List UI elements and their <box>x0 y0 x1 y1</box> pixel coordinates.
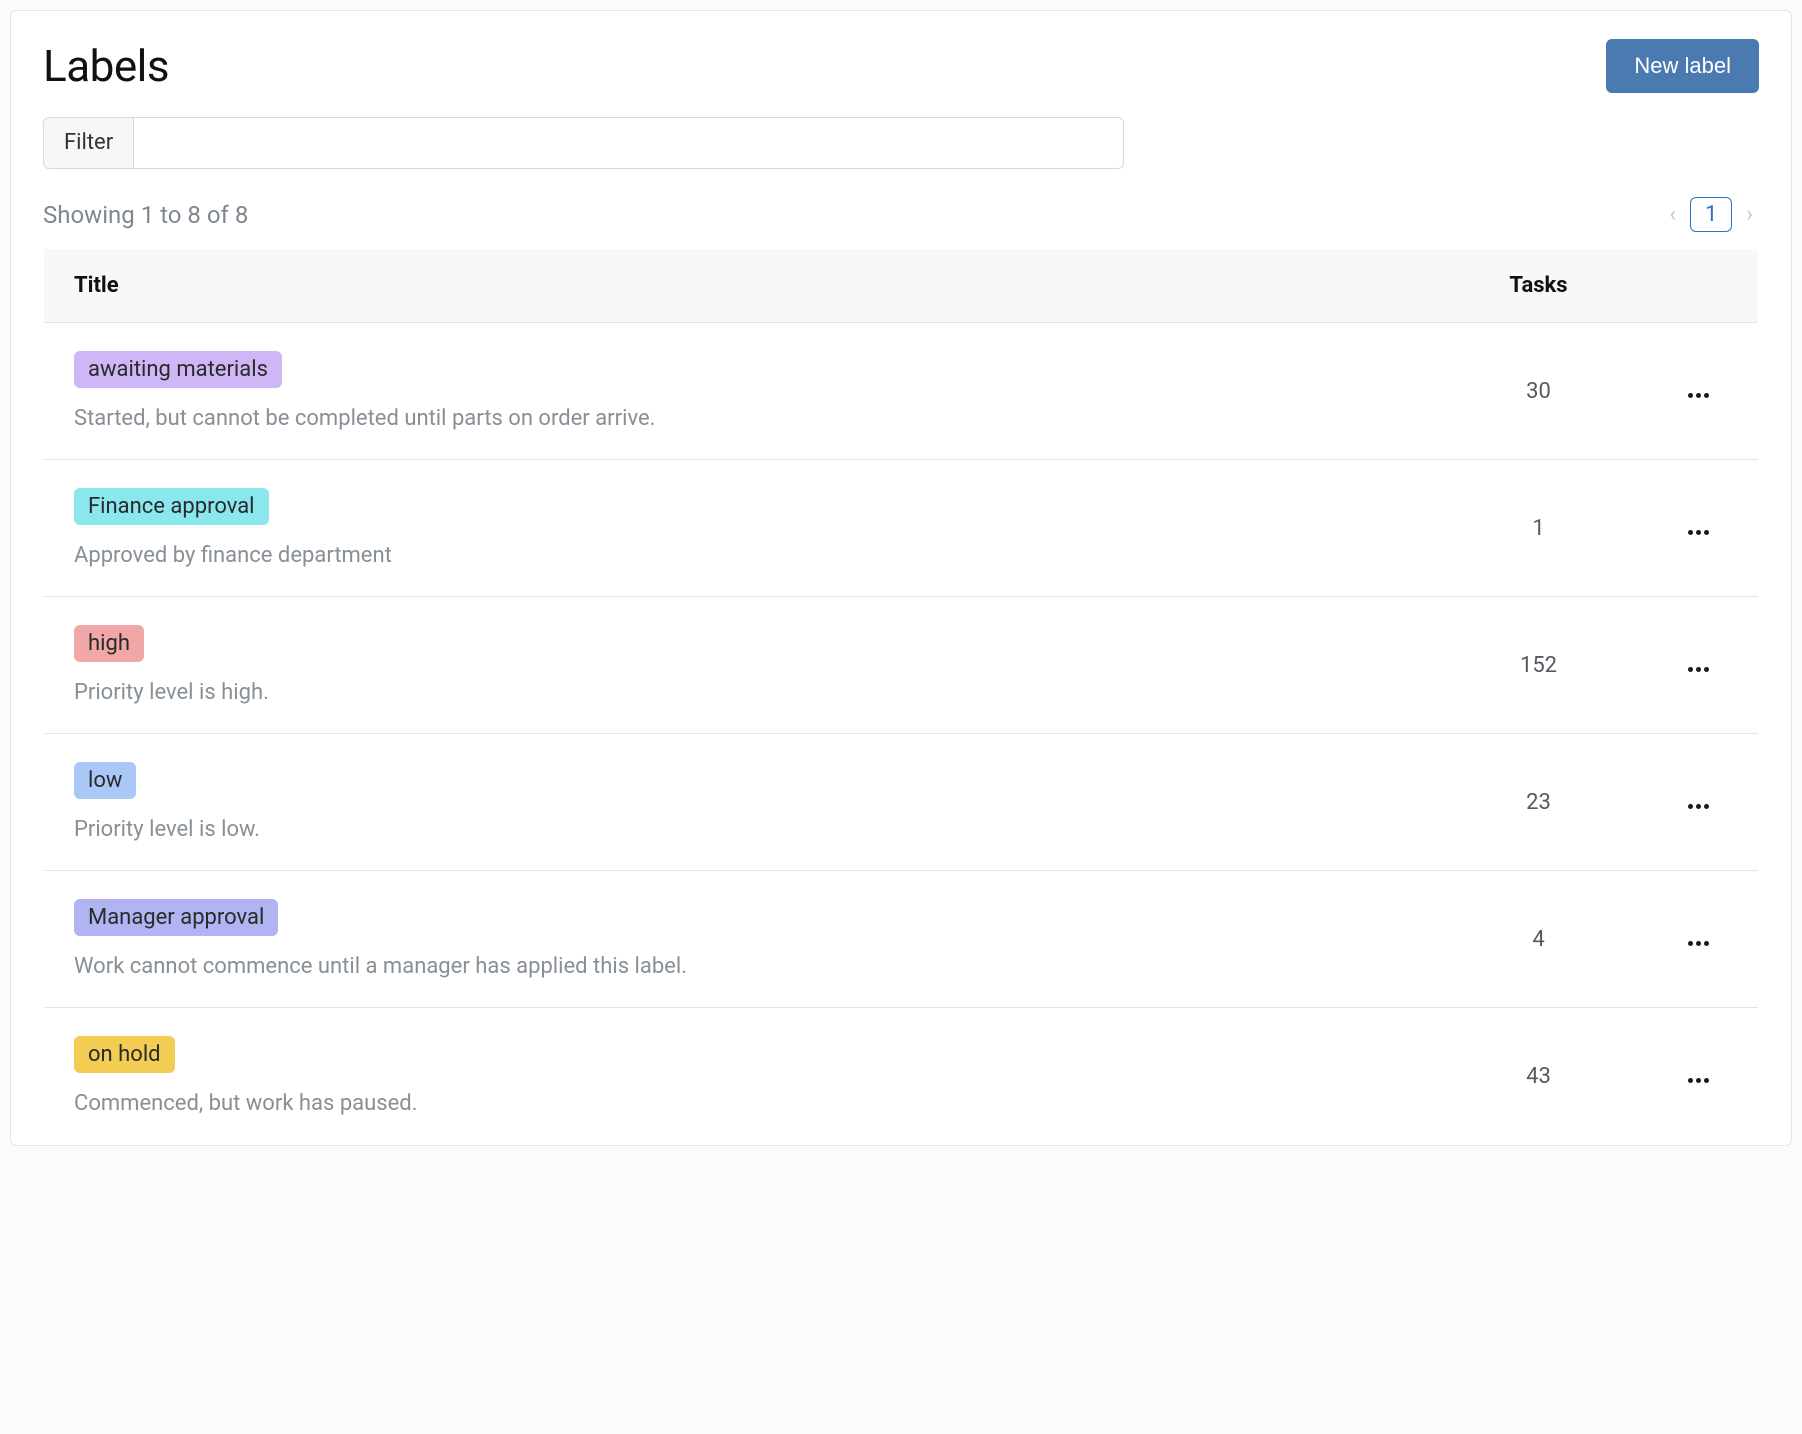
title-cell: Finance approval Approved by finance depa… <box>44 460 1439 597</box>
label-description: Priority level is high. <box>74 680 1409 705</box>
page-title: Labels <box>43 40 169 92</box>
ellipsis-icon <box>1704 1078 1709 1083</box>
actions-cell <box>1639 460 1759 597</box>
summary-text: Showing 1 to 8 of 8 <box>43 201 248 229</box>
filter-label: Filter <box>43 117 133 169</box>
title-cell: on hold Commenced, but work has paused. <box>44 1008 1439 1145</box>
ellipsis-icon <box>1688 1078 1693 1083</box>
table-row: low Priority level is low. 23 <box>44 734 1759 871</box>
table-row: awaiting materials Started, but cannot be… <box>44 323 1759 460</box>
column-header-tasks[interactable]: Tasks <box>1439 248 1639 323</box>
label-pill[interactable]: low <box>74 762 136 799</box>
ellipsis-icon <box>1704 941 1709 946</box>
more-actions-button[interactable] <box>1682 1072 1715 1089</box>
ellipsis-icon <box>1696 530 1701 535</box>
title-cell: Manager approval Work cannot commence unt… <box>44 871 1439 1008</box>
page-1-button[interactable]: 1 <box>1690 197 1732 232</box>
tasks-count: 23 <box>1439 734 1639 871</box>
more-actions-button[interactable] <box>1682 661 1715 678</box>
chevron-left-icon: ‹ <box>1663 198 1682 231</box>
filter-group: Filter <box>43 117 1124 169</box>
table-row: on hold Commenced, but work has paused. 43 <box>44 1008 1759 1145</box>
labels-table: Title Tasks awaiting materials Started, b… <box>43 246 1759 1145</box>
new-label-button[interactable]: New label <box>1606 39 1759 93</box>
label-pill[interactable]: Finance approval <box>74 488 269 525</box>
table-row: high Priority level is high. 152 <box>44 597 1759 734</box>
column-header-actions <box>1639 248 1759 323</box>
table-row: Finance approval Approved by finance depa… <box>44 460 1759 597</box>
ellipsis-icon <box>1704 667 1709 672</box>
tasks-count: 152 <box>1439 597 1639 734</box>
label-description: Approved by finance department <box>74 543 1409 568</box>
label-pill[interactable]: high <box>74 625 144 662</box>
table-row: Manager approval Work cannot commence unt… <box>44 871 1759 1008</box>
page-header: Labels New label <box>43 39 1759 93</box>
label-pill[interactable]: on hold <box>74 1036 175 1073</box>
label-description: Commenced, but work has paused. <box>74 1091 1409 1116</box>
label-description: Work cannot commence until a manager has… <box>74 954 1409 979</box>
actions-cell <box>1639 1008 1759 1145</box>
tasks-count: 1 <box>1439 460 1639 597</box>
ellipsis-icon <box>1688 667 1693 672</box>
column-header-title[interactable]: Title <box>44 248 1439 323</box>
pagination: ‹ 1 › <box>1663 197 1759 232</box>
ellipsis-icon <box>1696 941 1701 946</box>
ellipsis-icon <box>1696 393 1701 398</box>
ellipsis-icon <box>1688 393 1693 398</box>
tasks-count: 4 <box>1439 871 1639 1008</box>
ellipsis-icon <box>1704 804 1709 809</box>
more-actions-button[interactable] <box>1682 935 1715 952</box>
more-actions-button[interactable] <box>1682 798 1715 815</box>
title-cell: high Priority level is high. <box>44 597 1439 734</box>
label-description: Priority level is low. <box>74 817 1409 842</box>
actions-cell <box>1639 597 1759 734</box>
labels-card: Labels New label Filter Showing 1 to 8 o… <box>10 10 1792 1146</box>
tasks-count: 43 <box>1439 1008 1639 1145</box>
actions-cell <box>1639 734 1759 871</box>
ellipsis-icon <box>1696 1078 1701 1083</box>
ellipsis-icon <box>1704 530 1709 535</box>
title-cell: low Priority level is low. <box>44 734 1439 871</box>
actions-cell <box>1639 323 1759 460</box>
ellipsis-icon <box>1688 804 1693 809</box>
chevron-right-icon: › <box>1740 198 1759 231</box>
actions-cell <box>1639 871 1759 1008</box>
ellipsis-icon <box>1704 393 1709 398</box>
summary-row: Showing 1 to 8 of 8 ‹ 1 › <box>43 197 1759 232</box>
label-pill[interactable]: awaiting materials <box>74 351 282 388</box>
ellipsis-icon <box>1696 667 1701 672</box>
ellipsis-icon <box>1688 941 1693 946</box>
more-actions-button[interactable] <box>1682 524 1715 541</box>
tasks-count: 30 <box>1439 323 1639 460</box>
filter-input[interactable] <box>133 117 1124 169</box>
ellipsis-icon <box>1688 530 1693 535</box>
label-pill[interactable]: Manager approval <box>74 899 278 936</box>
more-actions-button[interactable] <box>1682 387 1715 404</box>
label-description: Started, but cannot be completed until p… <box>74 406 1409 431</box>
title-cell: awaiting materials Started, but cannot be… <box>44 323 1439 460</box>
ellipsis-icon <box>1696 804 1701 809</box>
